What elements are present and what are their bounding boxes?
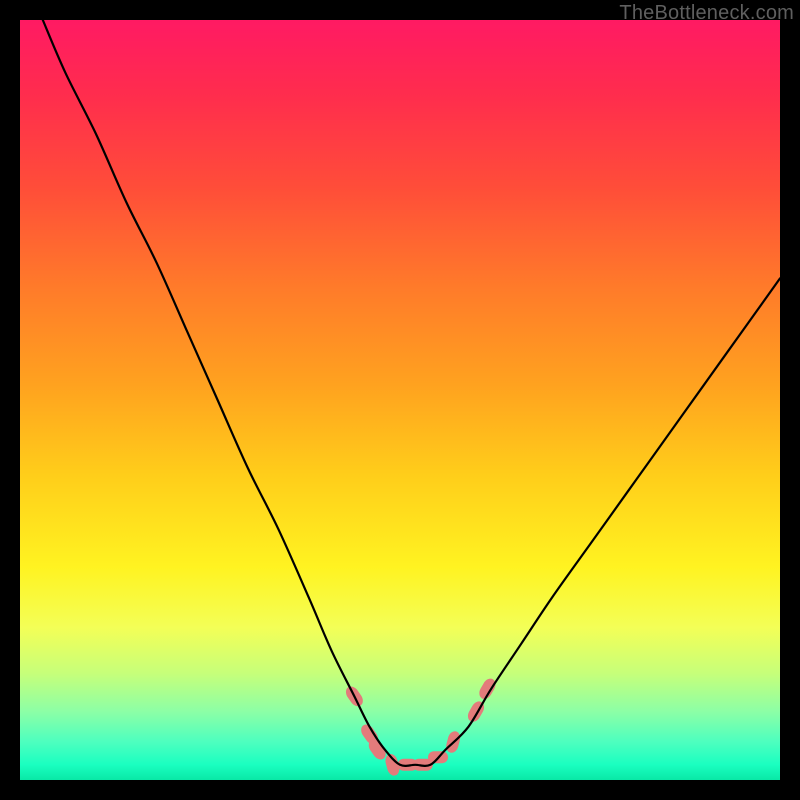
bottleneck-curve (43, 20, 780, 766)
plot-area (20, 20, 780, 780)
highlight-markers-group (343, 676, 498, 777)
highlight-marker (477, 676, 498, 701)
chart-frame: TheBottleneck.com (0, 0, 800, 800)
curve-svg (20, 20, 780, 780)
watermark-text: TheBottleneck.com (619, 2, 794, 25)
